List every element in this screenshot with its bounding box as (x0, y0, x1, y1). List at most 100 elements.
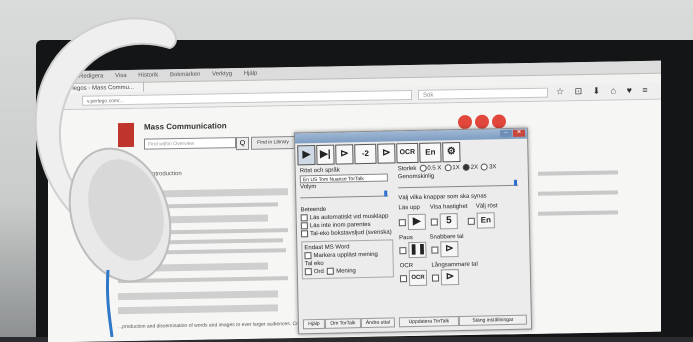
checkbox[interactable] (398, 218, 406, 226)
body-text: ...of volume introduction (118, 171, 182, 179)
minimize-button[interactable]: – (499, 129, 513, 138)
behavior-option[interactable]: Tal-eko bokstavsljud (svenska) (300, 229, 395, 239)
text-highlight (118, 214, 268, 225)
menu-item[interactable]: Verktyg (212, 71, 232, 77)
choose-voice-label: Välj röst (475, 203, 498, 210)
checkbox[interactable] (304, 268, 312, 276)
button-row-1: ▶ 5 En (398, 212, 525, 231)
ocr-option-button[interactable]: OCR (408, 269, 428, 287)
checkbox[interactable] (300, 222, 308, 230)
url-field[interactable]: v.perlego.com/... (82, 89, 412, 106)
ocr-button[interactable]: OCR (396, 142, 419, 164)
menu-item[interactable]: Hjälp (244, 71, 258, 77)
echo-options: Ord Mening (304, 267, 391, 277)
option-label: Mening (336, 268, 356, 276)
update-button[interactable]: Uppdatera TorTalk (398, 316, 460, 328)
menu-item[interactable]: Visa (115, 73, 127, 79)
option-label: Tal-eko bokstavsljud (svenska) (309, 229, 392, 238)
radio[interactable] (444, 164, 452, 172)
text-line (538, 190, 618, 196)
checkbox[interactable] (300, 214, 308, 222)
text-highlight (118, 304, 278, 315)
text-line (538, 210, 618, 216)
text-line (118, 276, 288, 284)
settings-right-column: Storlek 0.5 X 1X 2X 3X Genomskinlig Välj vil… (398, 163, 527, 287)
page-search-input[interactable]: Find within Overview (144, 137, 236, 150)
option-label: Markera uppläst mening (313, 252, 378, 260)
menu-item[interactable]: Bokmärken (170, 72, 200, 79)
pause-button[interactable]: ❚❚ (408, 241, 427, 259)
read-label: Läs upp (398, 204, 420, 212)
word-group: Endast MS Word Markera uppläst mening Ta… (301, 239, 394, 280)
button-label-row: Läs upp Visa hastighet Välj röst (398, 202, 524, 213)
slower-button[interactable]: ⊳ (440, 269, 460, 286)
search-icon[interactable]: Q (236, 136, 249, 151)
transparency-slider[interactable] (397, 179, 519, 189)
text-line (118, 228, 288, 236)
minus-two-button[interactable]: -2 (354, 143, 377, 165)
close-settings-button[interactable]: Stäng inställningar (458, 314, 527, 327)
button-row-3: OCR ⊳ (399, 268, 526, 287)
text-highlight (118, 290, 278, 301)
about-button[interactable]: Om TorTalk (324, 318, 362, 329)
play-button[interactable]: ▶ (407, 213, 426, 231)
panel-titlebar: – ✕ (294, 128, 528, 144)
checkbox[interactable] (431, 246, 439, 254)
slower-label: Långsammare tal (431, 261, 478, 269)
text-line (538, 170, 618, 176)
text-highlight (118, 262, 268, 273)
play-step-button[interactable]: ▶| (316, 144, 335, 166)
tortalk-toolbar: ▶ ▶| ⊳ -2 ⊳ OCR En ⚙ (297, 141, 461, 166)
text-highlight (118, 188, 288, 199)
size-label: Storlek (397, 165, 417, 173)
book-cover-icon (118, 122, 134, 148)
option-label: 3X (489, 164, 497, 171)
forward-button[interactable]: ⊳ (335, 144, 354, 165)
speed-value[interactable]: 5 (439, 213, 458, 230)
find-in-library-button[interactable]: Find in Library (251, 136, 295, 150)
checkbox[interactable] (430, 218, 438, 226)
help-button[interactable]: Hjälp (302, 318, 326, 330)
checkbox[interactable] (467, 217, 475, 225)
change-pronunciation-button[interactable]: Ändra uttal (360, 317, 396, 329)
page-title: Mass Communication (144, 121, 227, 132)
choose-buttons-label: Välj vilka knappar som ska synas (398, 193, 487, 202)
close-button[interactable]: ✕ (512, 129, 526, 137)
faster-button[interactable]: ⊳ (440, 241, 459, 258)
checkbox[interactable] (300, 230, 309, 238)
radio[interactable] (419, 164, 427, 172)
settings-gear-icon[interactable]: ⚙ (442, 141, 461, 163)
checkbox[interactable] (431, 274, 440, 282)
transparency-label: Genomskinlig (397, 173, 435, 181)
ocr-label: OCR (399, 263, 414, 270)
slider-knob[interactable] (384, 190, 388, 197)
checkbox[interactable] (399, 246, 407, 254)
option-label: Ord (313, 269, 324, 276)
pause-label: Paus (399, 235, 413, 242)
checkbox[interactable] (327, 267, 335, 276)
radio-selected[interactable] (462, 163, 470, 171)
forward-2-button[interactable]: ⊳ (377, 143, 396, 164)
checkbox[interactable] (304, 252, 312, 260)
menu-item[interactable]: Historik (138, 72, 158, 78)
browser-toolbar-icons[interactable]: ☆ ⊡ ⬇ ⌂ ♥ ≡ (556, 85, 652, 98)
faster-label: Snabbare tal (429, 234, 464, 241)
menu-item[interactable]: Arkiv (54, 74, 67, 80)
slider-knob[interactable] (513, 179, 518, 186)
language-button[interactable]: En (419, 142, 442, 163)
play-button[interactable]: ▶ (297, 145, 316, 166)
browser-search-field[interactable]: Sök (418, 87, 548, 100)
option-label: 0.5 X (427, 165, 442, 172)
volume-slider[interactable] (300, 190, 389, 199)
menu-item[interactable]: Redigera (79, 73, 103, 79)
show-speed-label: Visa hastighet (429, 203, 468, 211)
option-label: 2X (470, 164, 479, 171)
radio[interactable] (480, 163, 489, 171)
button-row-2: ❚❚ ⊳ (399, 240, 525, 259)
text-line (118, 202, 278, 210)
text-line (118, 238, 283, 246)
settings-left-column: Röst och språk En US Tom Nuance TorTalk … (300, 165, 396, 280)
option-label: Läs automatiskt vid musklapp (309, 213, 389, 222)
checkbox[interactable] (399, 274, 408, 282)
voice-button[interactable]: En (476, 212, 495, 229)
